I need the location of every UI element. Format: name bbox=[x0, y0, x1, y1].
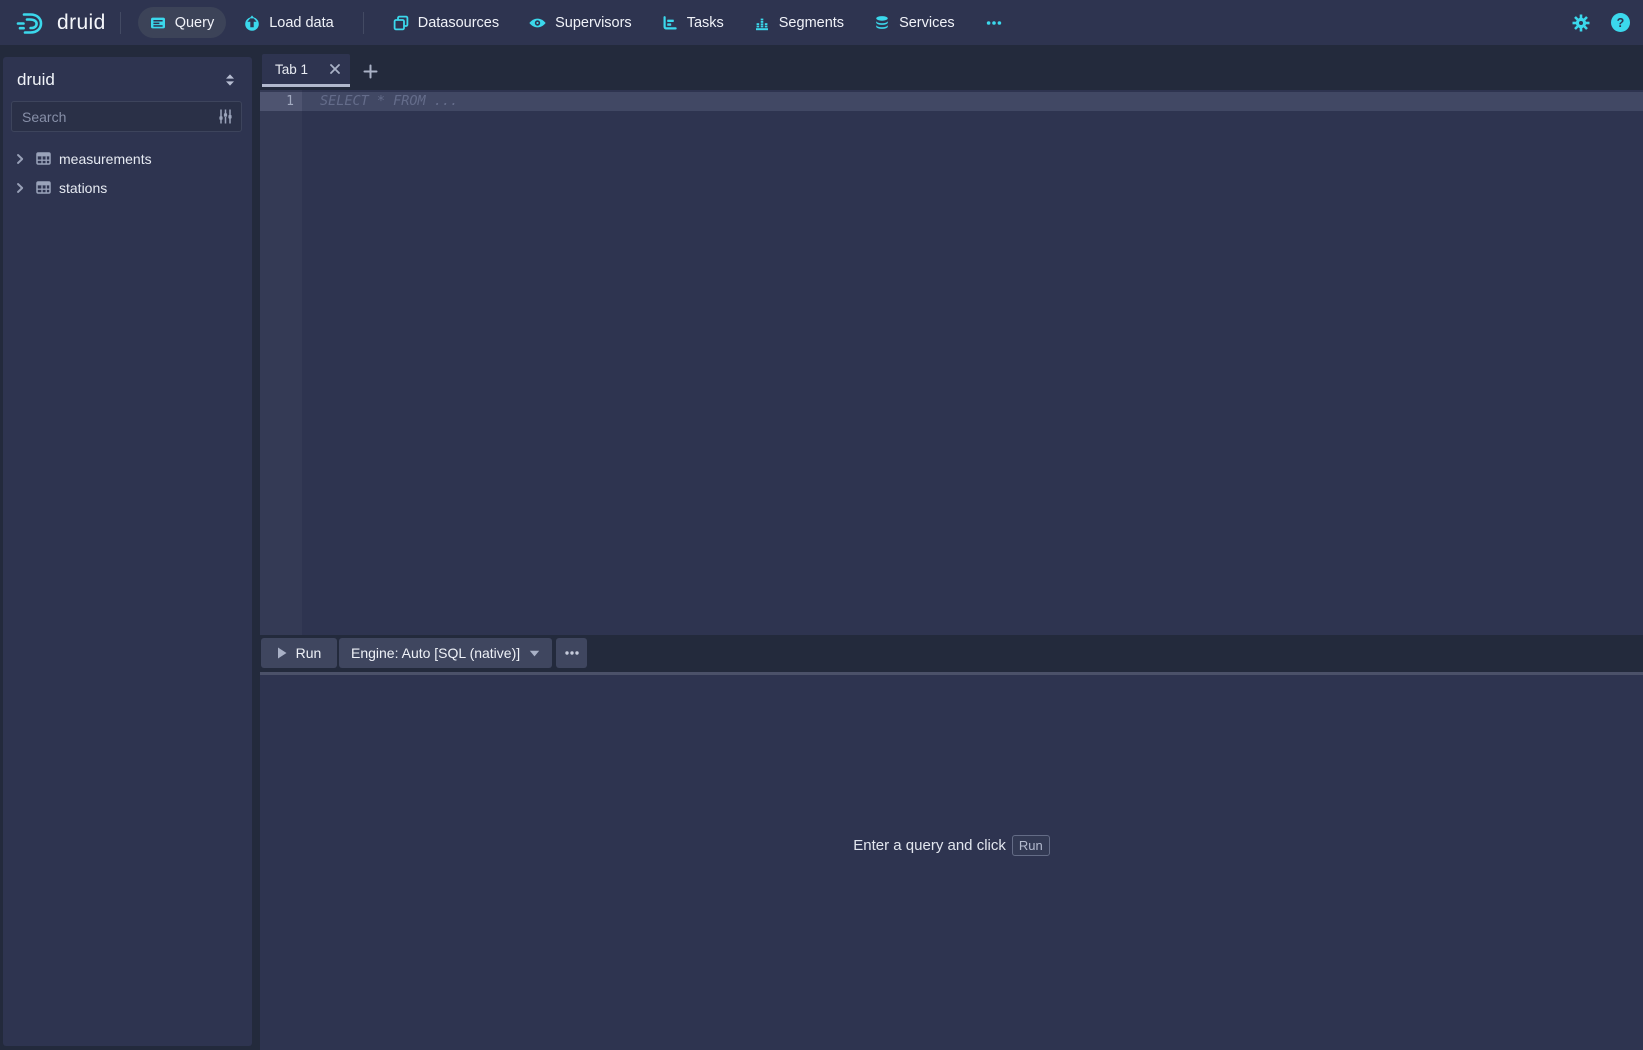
engine-select-button[interactable]: Engine: Auto [SQL (native)] bbox=[339, 638, 552, 668]
nav-item-datasources[interactable]: Datasources bbox=[381, 7, 511, 38]
schema-title: druid bbox=[17, 70, 55, 90]
nav-item-supervisors[interactable]: Supervisors bbox=[517, 7, 644, 38]
engine-button-label: Engine: Auto [SQL (native)] bbox=[351, 645, 520, 661]
help-button[interactable]: ? bbox=[1610, 12, 1631, 33]
schema-selector[interactable]: druid bbox=[3, 57, 252, 90]
tree-label: measurements bbox=[59, 151, 152, 167]
nav-item-label: Load data bbox=[269, 15, 334, 31]
table-icon bbox=[35, 150, 52, 167]
double-caret-vertical-icon[interactable] bbox=[222, 72, 238, 88]
nav-item-label: Query bbox=[175, 15, 215, 31]
results-empty-message-text: Enter a query and click bbox=[853, 837, 1006, 854]
nav-item-tasks[interactable]: Tasks bbox=[650, 7, 736, 38]
segments-icon bbox=[754, 15, 770, 31]
plus-icon bbox=[363, 64, 378, 79]
search-input[interactable] bbox=[11, 101, 242, 132]
settings-gear-icon bbox=[1571, 13, 1591, 33]
run-key-badge: Run bbox=[1012, 835, 1050, 856]
tree-label: stations bbox=[59, 180, 107, 196]
services-icon bbox=[874, 15, 890, 31]
more-ellipsis-icon bbox=[564, 650, 580, 656]
chevron-right-icon[interactable] bbox=[12, 180, 28, 196]
tree-row-stations[interactable]: stations bbox=[3, 173, 252, 202]
help-icon: ? bbox=[1610, 12, 1631, 33]
nav-item-label: Segments bbox=[779, 15, 844, 31]
nav-more-menu-button[interactable] bbox=[973, 7, 1015, 38]
run-toolbar: Run Engine: Auto [SQL (native)] bbox=[260, 638, 587, 668]
druid-logo-icon bbox=[14, 5, 50, 41]
nav-item-label: Tasks bbox=[687, 15, 724, 31]
search-box bbox=[11, 101, 242, 132]
results-panel: Enter a query and click Run bbox=[260, 675, 1643, 1050]
druid-console: druid Query Load data bbox=[0, 0, 1643, 1050]
brand-name: druid bbox=[57, 11, 106, 35]
editor-placeholder: SELECT * FROM ... bbox=[320, 92, 458, 111]
settings-gear-button[interactable] bbox=[1571, 13, 1591, 33]
navbar-divider bbox=[120, 12, 121, 34]
line-number: 1 bbox=[260, 92, 294, 111]
nav-item-load-data[interactable]: Load data bbox=[232, 7, 346, 38]
navbar-divider bbox=[363, 12, 364, 34]
filter-sliders-icon[interactable] bbox=[217, 108, 234, 125]
chevron-right-icon[interactable] bbox=[12, 151, 28, 167]
top-navbar: druid Query Load data bbox=[0, 0, 1643, 45]
tab-label: Tab 1 bbox=[275, 62, 329, 77]
run-button-label: Run bbox=[296, 645, 322, 661]
caret-down-icon bbox=[529, 650, 540, 657]
nav-item-label: Datasources bbox=[418, 15, 499, 31]
tab-close-button[interactable] bbox=[329, 63, 341, 75]
datasources-icon bbox=[393, 15, 409, 31]
brand: druid bbox=[14, 5, 106, 41]
svg-text:?: ? bbox=[1617, 16, 1625, 30]
supervisors-icon bbox=[529, 15, 546, 31]
query-more-button[interactable] bbox=[556, 638, 587, 668]
run-button[interactable]: Run bbox=[261, 638, 337, 668]
query-icon bbox=[150, 15, 166, 31]
nav-item-query[interactable]: Query bbox=[138, 7, 227, 38]
navbar-right: ? bbox=[1571, 12, 1631, 33]
datasource-tree: measurements stations bbox=[3, 144, 252, 202]
navbar-items: Query Load data Datasources bbox=[135, 7, 1018, 38]
nav-item-services[interactable]: Services bbox=[862, 7, 967, 38]
more-ellipsis-icon bbox=[985, 15, 1003, 31]
load-data-icon bbox=[244, 15, 260, 31]
results-empty-message: Enter a query and click Run bbox=[260, 835, 1643, 856]
new-tab-button[interactable] bbox=[357, 58, 383, 84]
play-icon bbox=[277, 647, 287, 659]
close-icon bbox=[329, 63, 341, 75]
table-icon bbox=[35, 179, 52, 196]
nav-item-label: Supervisors bbox=[555, 15, 632, 31]
tab-query-1[interactable]: Tab 1 bbox=[262, 54, 350, 87]
editor-gutter bbox=[260, 90, 302, 635]
tasks-icon bbox=[662, 15, 678, 31]
tree-row-measurements[interactable]: measurements bbox=[3, 144, 252, 173]
schema-sidebar: druid bbox=[3, 57, 252, 1046]
nav-item-label: Services bbox=[899, 15, 955, 31]
nav-item-segments[interactable]: Segments bbox=[742, 7, 856, 38]
query-editor[interactable]: 1 SELECT * FROM ... bbox=[260, 90, 1643, 635]
editor-active-line bbox=[260, 92, 1643, 111]
